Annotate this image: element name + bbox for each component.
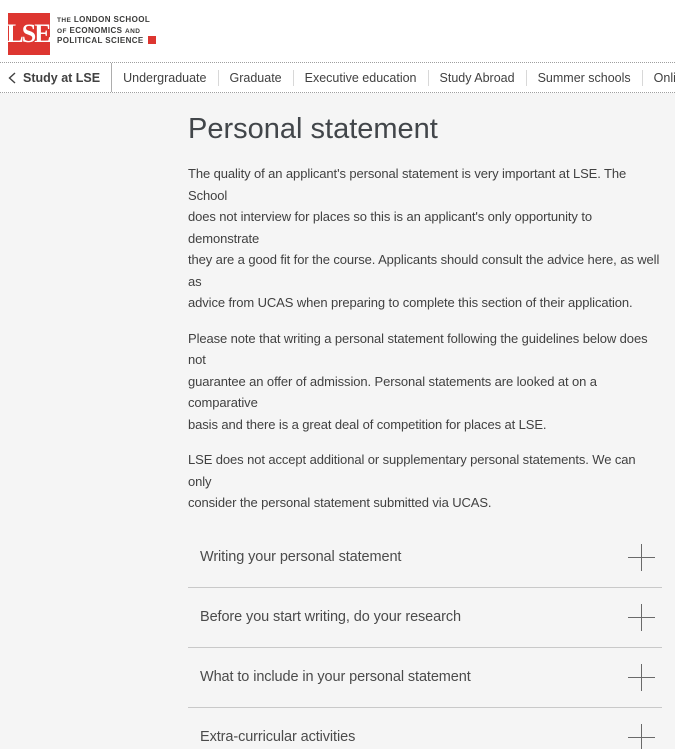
accordion-item-label: Writing your personal statement bbox=[200, 549, 401, 565]
plus-icon[interactable] bbox=[628, 664, 655, 691]
plus-icon[interactable] bbox=[628, 604, 655, 631]
section-nav: Study at LSE Undergraduate Graduate Exec… bbox=[0, 62, 675, 93]
accordion-item-what-to-include[interactable]: What to include in your personal stateme… bbox=[188, 648, 662, 708]
nav-item-label: Online certificate courses bbox=[654, 71, 675, 85]
nav-item-label: Study at LSE bbox=[23, 71, 100, 85]
page-title: Personal statement bbox=[188, 112, 662, 146]
lse-logo-acronym: LSE bbox=[6, 19, 49, 49]
lse-logo[interactable]: LSE bbox=[8, 13, 50, 55]
nav-item-label: Study Abroad bbox=[440, 71, 515, 85]
nav-item-label: Executive education bbox=[305, 71, 417, 85]
lse-wordmark: THE LONDON SCHOOL OF ECONOMICS AND POLIT… bbox=[57, 15, 156, 46]
nav-item-undergraduate[interactable]: Undergraduate bbox=[112, 63, 217, 92]
nav-item-executive-education[interactable]: Executive education bbox=[294, 63, 428, 92]
nav-item-label: Summer schools bbox=[538, 71, 631, 85]
plus-icon[interactable] bbox=[628, 724, 655, 749]
plus-icon[interactable] bbox=[628, 544, 655, 571]
red-square-icon bbox=[148, 36, 156, 44]
nav-item-graduate[interactable]: Graduate bbox=[219, 63, 293, 92]
accordion-item-label: Before you start writing, do your resear… bbox=[200, 609, 461, 625]
wordmark-and: AND bbox=[125, 28, 140, 35]
wordmark-line-1: THE LONDON SCHOOL bbox=[57, 15, 156, 26]
intro-paragraph: The quality of an applicant's personal s… bbox=[188, 163, 662, 314]
note-paragraph: Please note that writing a personal stat… bbox=[188, 328, 662, 436]
nav-item-label: Graduate bbox=[230, 71, 282, 85]
nav-item-study-abroad[interactable]: Study Abroad bbox=[429, 63, 526, 92]
site-header: LSE THE LONDON SCHOOL OF ECONOMICS AND P… bbox=[0, 0, 675, 62]
wordmark-line-3: POLITICAL SCIENCE bbox=[57, 36, 156, 46]
chevron-left-icon bbox=[8, 72, 16, 84]
accordion-item-label: Extra-curricular activities bbox=[200, 729, 355, 745]
accordion-item-research[interactable]: Before you start writing, do your resear… bbox=[188, 588, 662, 648]
accordion-item-extra-curricular[interactable]: Extra-curricular activities bbox=[188, 708, 662, 749]
accordion: Writing your personal statement Before y… bbox=[188, 528, 662, 749]
wordmark-economics: ECONOMICS bbox=[69, 26, 122, 35]
nav-item-online-certificate-courses[interactable]: Online certificate courses bbox=[643, 63, 675, 92]
nav-item-label: Undergraduate bbox=[123, 71, 206, 85]
nav-item-study-at-lse[interactable]: Study at LSE bbox=[0, 63, 111, 92]
accordion-item-label: What to include in your personal stateme… bbox=[200, 669, 471, 685]
wordmark-line-2: OF ECONOMICS AND bbox=[57, 26, 156, 37]
wordmark-of: OF bbox=[57, 28, 67, 35]
main-content: Personal statement The quality of an app… bbox=[0, 93, 675, 749]
wordmark-political-science: POLITICAL SCIENCE bbox=[57, 36, 144, 45]
accordion-item-writing[interactable]: Writing your personal statement bbox=[188, 528, 662, 588]
wordmark-london-school: LONDON SCHOOL bbox=[74, 15, 150, 24]
nav-item-summer-schools[interactable]: Summer schools bbox=[527, 63, 642, 92]
wordmark-the: THE bbox=[57, 17, 71, 24]
ucas-paragraph: LSE does not accept additional or supple… bbox=[188, 449, 662, 514]
